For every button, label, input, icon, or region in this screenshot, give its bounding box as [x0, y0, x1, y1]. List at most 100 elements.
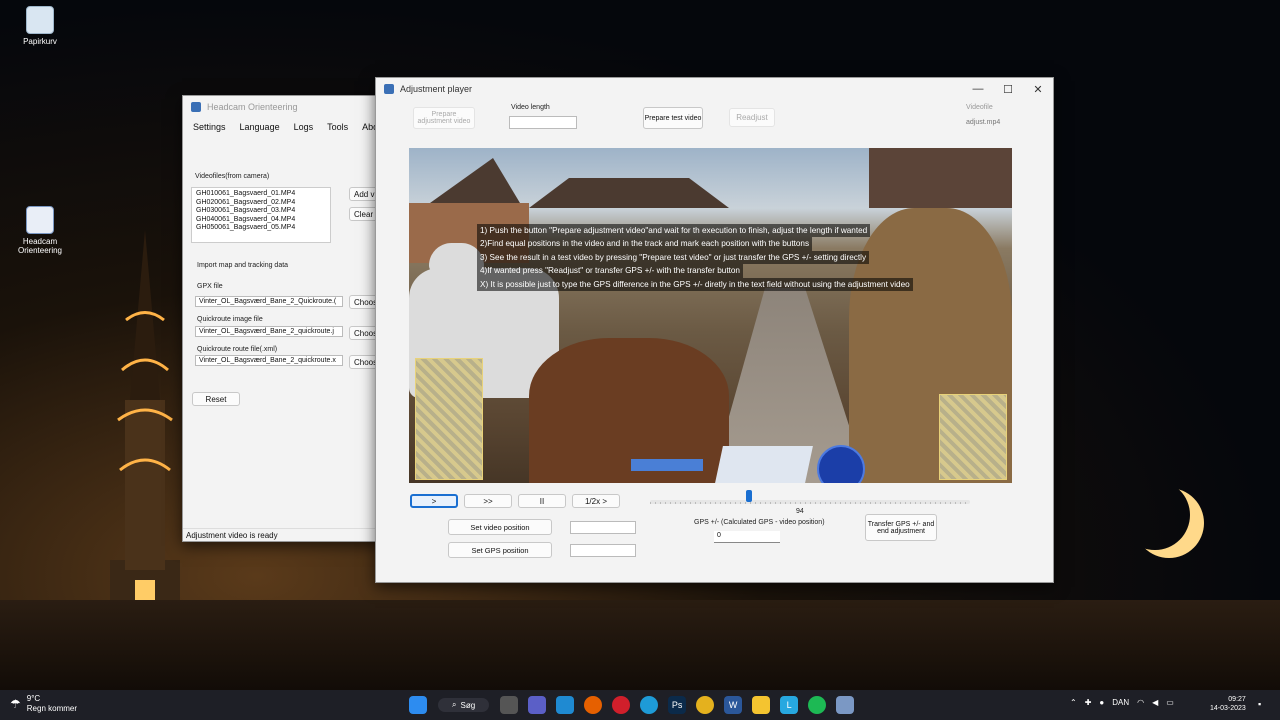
transfer-gps-button[interactable]: Transfer GPS +/- and end adjustment [865, 514, 937, 541]
list-item[interactable]: GH040061_Bagsvaerd_04.MP4 [196, 216, 326, 225]
play-button[interactable]: > [410, 494, 458, 508]
menu-tools[interactable]: Tools [327, 122, 348, 132]
clock[interactable]: 09:27 14-03-2023 [1210, 695, 1246, 713]
menu-settings[interactable]: Settings [193, 122, 226, 132]
firefox-icon[interactable] [584, 696, 603, 714]
app-icon [384, 84, 394, 94]
video-position-field[interactable] [570, 521, 636, 534]
notification-icon[interactable]: ▪ [1258, 699, 1261, 709]
list-item[interactable]: GH050061_Bagsvaerd_05.MP4 [196, 224, 326, 233]
hud-panel [715, 446, 813, 483]
menu-logs[interactable]: Logs [294, 122, 314, 132]
close-icon[interactable]: ✕ [1023, 83, 1053, 96]
pause-button[interactable]: II [518, 494, 566, 508]
gps-position-field[interactable] [570, 544, 636, 557]
wifi-icon[interactable]: ◠ [1137, 698, 1144, 707]
edge-icon[interactable] [640, 696, 659, 714]
search-label: Søg [460, 700, 476, 710]
recycle-bin-shortcut[interactable]: Papirkurv [10, 6, 70, 46]
gpx-file-field[interactable]: Vinter_OL_Bagsværd_Bane_2_Quickroute.( [195, 296, 343, 307]
adjust-window-title: Adjustment player [400, 84, 473, 94]
list-item[interactable]: GH020061_Bagsvaerd_02.MP4 [196, 199, 326, 208]
weather-temperature: 9°C [26, 694, 41, 703]
prepare-test-video-button[interactable]: Prepare test video [643, 107, 703, 129]
list-item[interactable]: GH030061_Bagsvaerd_03.MP4 [196, 207, 326, 216]
speed-bar [631, 459, 703, 471]
instruction-line: X) It is possible just to type the GPS d… [477, 277, 913, 292]
readjust-button[interactable]: Readjust [729, 108, 775, 127]
app-icon [191, 102, 201, 112]
video-house [869, 148, 1012, 208]
clock-time: 09:27 [1228, 696, 1246, 703]
taskbar: ☂ 9°C Regn kommer ⌕ Søg Ps W L ⌃ ✚ ● DAN… [0, 690, 1280, 720]
video-length-field[interactable] [509, 116, 577, 129]
search-icon: ⌕ [452, 700, 457, 709]
volume-icon[interactable]: ◀ [1152, 698, 1158, 707]
quickroute-route-label: Quickroute route file(.xml) [197, 346, 278, 353]
quickroute-image-field[interactable]: Vinter_OL_Bagsværd_Bane_2_quickroute.j [195, 326, 343, 337]
main-window: Headcam Orienteering Settings Language L… [182, 95, 386, 542]
list-item[interactable]: GH010061_Bagsvaerd_01.MP4 [196, 190, 326, 199]
main-window-titlebar[interactable]: Headcam Orienteering [183, 96, 383, 118]
video-player[interactable]: 1) Push the button "Prepare adjustment v… [409, 148, 1012, 483]
vscode-icon[interactable] [556, 696, 575, 714]
language-indicator[interactable]: DAN [1112, 698, 1129, 707]
status-text: Adjustment video is ready [186, 531, 278, 540]
task-view-icon[interactable] [500, 696, 519, 714]
videofile-label: Videofile [966, 104, 993, 111]
recycle-bin-label: Papirkurv [23, 37, 57, 46]
quickroute-route-field[interactable]: Vinter_OL_Bagsværd_Bane_2_quickroute.x [195, 355, 343, 366]
headcam-taskbar-icon[interactable] [836, 696, 855, 714]
instruction-line: 3) See the result in a test video by pre… [477, 250, 870, 265]
adjust-window-titlebar[interactable]: Adjustment player — ☐ ✕ [376, 78, 1053, 100]
weather-widget[interactable]: ☂ 9°C Regn kommer [10, 694, 77, 714]
word-icon[interactable]: W [724, 696, 743, 714]
photoshop-icon[interactable]: Ps [668, 696, 687, 714]
headcam-app-label: Headcam Orienteering [17, 237, 63, 255]
map-overlay-right [939, 394, 1007, 480]
instructions-overlay: 1) Push the button "Prepare adjustment v… [477, 224, 913, 292]
instruction-line: 4)If wanted press "Readjust" or transfer… [477, 264, 743, 278]
headcam-app-shortcut[interactable]: Headcam Orienteering [10, 206, 70, 255]
start-icon[interactable] [409, 696, 427, 714]
slider-thumb[interactable] [746, 490, 753, 502]
main-menubar: Settings Language Logs Tools About [183, 118, 386, 136]
half-speed-button[interactable]: 1/2x > [572, 494, 620, 508]
spotify-icon[interactable] [808, 696, 827, 714]
video-length-label: Video length [511, 104, 550, 111]
maximize-icon[interactable]: ☐ [993, 83, 1023, 96]
videofiles-list[interactable]: GH010061_Bagsvaerd_01.MP4 GH020061_Bagsv… [191, 187, 331, 243]
fast-forward-button[interactable]: >> [464, 494, 512, 508]
slider-ticks [650, 502, 970, 504]
taskbar-apps: ⌕ Søg Ps W L [404, 696, 859, 714]
teams-icon[interactable] [528, 696, 547, 714]
battery-icon[interactable]: ▭ [1166, 698, 1174, 707]
microphone-icon[interactable]: ● [1099, 698, 1104, 707]
opera-icon[interactable] [612, 696, 631, 714]
gps-offset-field[interactable]: 0 [714, 531, 780, 543]
reset-button[interactable]: Reset [192, 392, 240, 406]
videofiles-label: Videofiles(from camera) [195, 173, 270, 180]
file-explorer-icon[interactable] [752, 696, 771, 714]
set-video-position-button[interactable]: Set video position [448, 519, 552, 535]
instruction-line: 2)Find equal positions in the video and … [477, 237, 813, 251]
wallpaper-moon [1120, 480, 1190, 550]
menu-language[interactable]: Language [240, 122, 280, 132]
recycle-bin-icon [26, 6, 54, 34]
system-tray: ⌃ ✚ ● DAN ◠ ◀ ▭ [1070, 698, 1174, 707]
prepare-adjustment-video-button[interactable]: Prepare adjustment video [413, 107, 475, 129]
search-box[interactable]: ⌕ Søg [438, 698, 490, 712]
weather-icon: ☂ [10, 697, 21, 711]
video-house-roof [529, 178, 729, 208]
set-gps-position-button[interactable]: Set GPS position [448, 542, 552, 558]
app-l-icon[interactable]: L [780, 696, 799, 714]
headcam-app-icon [26, 206, 54, 234]
chrome-icon[interactable] [696, 696, 715, 714]
clock-date: 14-03-2023 [1210, 705, 1246, 712]
minimize-icon[interactable]: — [963, 83, 993, 96]
status-bar: Adjustment video is ready [183, 528, 386, 542]
chevron-up-icon[interactable]: ⌃ [1070, 698, 1077, 707]
weather-description: Regn kommer [26, 704, 78, 713]
tray-app-icon[interactable]: ✚ [1085, 698, 1092, 707]
window-controls: — ☐ ✕ [963, 83, 1053, 96]
